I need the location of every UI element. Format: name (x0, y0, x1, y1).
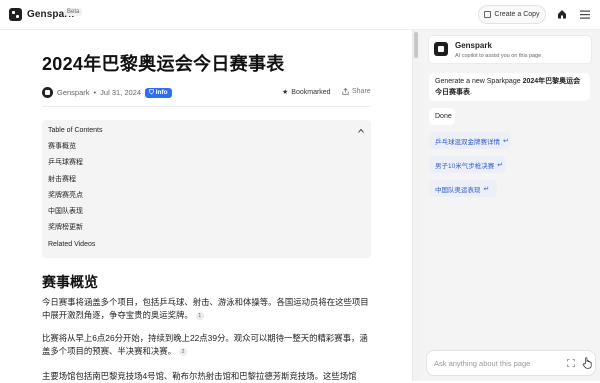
shield-icon: ⛉ (149, 88, 154, 96)
paragraph-3: 主要场馆包括南巴黎竞技场4号馆、勒布尔热射击馆和巴黎拉德芳斯竞技场。这些场馆 (42, 371, 357, 381)
genspark-logo-icon[interactable] (9, 8, 22, 21)
toc-item-medal-table[interactable]: 奖牌榜更新 (48, 223, 95, 239)
info-badge: ⛉ Info (145, 87, 172, 98)
table-of-contents: Table of Contents 赛事概览 乒乓球赛程 射击赛程 奖牌赛亮点 … (42, 120, 371, 258)
toc-list: 赛事概览 乒乓球赛程 射击赛程 奖牌赛亮点 中国队表现 奖牌榜更新 Relate… (48, 142, 95, 256)
chat-input-placeholder: Ask anything about this page (434, 359, 531, 368)
toc-item-table-tennis[interactable]: 乒乓球赛程 (48, 158, 95, 174)
chat-input[interactable]: Ask anything about this page (426, 350, 596, 376)
paragraph-1-text: 今日赛事将涵盖多个项目，包括乒乓球、射击、游泳和体操等。各国运动员将在这些项目中… (42, 297, 369, 320)
create-copy-label: Create a Copy (494, 11, 540, 18)
home-icon[interactable] (557, 9, 567, 19)
hand-cursor-icon (582, 357, 592, 369)
publish-date: Jul 31, 2024 (100, 88, 142, 97)
share-label: Share (352, 88, 371, 95)
user-message: Generate a new Sparkpage 2024年巴黎奥运会今日赛事表… (429, 73, 590, 101)
suggestion-link-rifle-final[interactable]: 男子10米气步枪决赛 ↵ (429, 156, 506, 173)
paragraph-2-text: 比赛将从早上6点26分开始，持续到晚上22点39分。观众可以期待一整天的精彩赛事… (42, 333, 368, 356)
section-heading: 赛事概览 (42, 274, 98, 290)
citation-1[interactable]: 1 (195, 311, 204, 320)
suggestion-label: 中国队奥运表现 (435, 186, 481, 194)
return-arrow-icon: ↵ (503, 137, 509, 145)
meta-divider (42, 106, 371, 107)
bookmark-button[interactable]: ★ Bookmarked (282, 88, 331, 97)
toc-item-china-team[interactable]: 中国队表现 (48, 207, 95, 223)
author-avatar (42, 87, 53, 98)
author-name[interactable]: Genspark (57, 88, 90, 97)
copy-icon (484, 11, 492, 18)
prompt-suffix: . (470, 88, 472, 96)
page-title: 2024年巴黎奥运会今日赛事表 (42, 54, 285, 74)
share-button[interactable]: Share (342, 88, 371, 95)
suggestion-link-china-team[interactable]: 中国队奥运表现 ↵ (429, 180, 497, 197)
meta-separator: • (93, 88, 97, 97)
scrollbar-thumb[interactable] (414, 32, 418, 58)
suggestion-label: 男子10米气步枪决赛 (435, 162, 495, 170)
suggestion-link-table-tennis[interactable]: 乒乓球混双金牌赛详情 ↵ (429, 132, 511, 149)
citation-2[interactable]: 2 (179, 347, 187, 356)
article-scrollbar[interactable] (412, 30, 420, 381)
toc-item-medal-highlights[interactable]: 奖牌赛亮点 (48, 191, 95, 207)
assistant-name: Genspark (455, 41, 492, 50)
toc-item-overview[interactable]: 赛事概览 (48, 142, 95, 158)
prompt-prefix: Generate a new Sparkpage (435, 78, 523, 85)
genspark-avatar-icon (434, 42, 448, 56)
info-badge-label: Info (155, 88, 168, 96)
beta-badge: Beta (64, 8, 83, 16)
suggestion-label: 乒乓球混双金牌赛详情 (435, 138, 500, 146)
paragraph-2: 比赛将从早上6点26分开始，持续到晚上22点39分。观众可以期待一整天的精彩赛事… (42, 332, 372, 358)
toc-title[interactable]: Table of Contents (48, 127, 102, 134)
return-arrow-icon: ↵ (497, 161, 504, 169)
bookmark-label: Bookmarked (291, 88, 331, 96)
toc-item-related-videos[interactable]: Related Videos (48, 240, 95, 256)
top-bar: Genspark Beta Create a Copy (0, 0, 600, 30)
paragraph-1: 今日赛事将涵盖多个项目，包括乒乓球、射击、游泳和体操等。各国运动员将在这些项目中… (42, 296, 372, 322)
expand-icon[interactable] (567, 359, 575, 367)
share-icon (342, 88, 349, 95)
toc-item-shooting[interactable]: 射击赛程 (48, 175, 95, 191)
star-icon: ★ (282, 89, 289, 96)
chevron-up-icon[interactable] (358, 128, 364, 134)
create-copy-button[interactable]: Create a Copy (478, 5, 546, 24)
assistant-subtitle: AI copilot to assist you on this page (455, 53, 542, 59)
return-arrow-icon: ↵ (483, 185, 490, 193)
hamburger-menu-icon[interactable] (580, 10, 590, 19)
article-meta: Genspark • Jul 31, 2024 ⛉ Info (42, 87, 172, 98)
assistant-reply: Done (429, 108, 455, 125)
assistant-header: Genspark AI copilot to assist you on thi… (428, 35, 592, 64)
